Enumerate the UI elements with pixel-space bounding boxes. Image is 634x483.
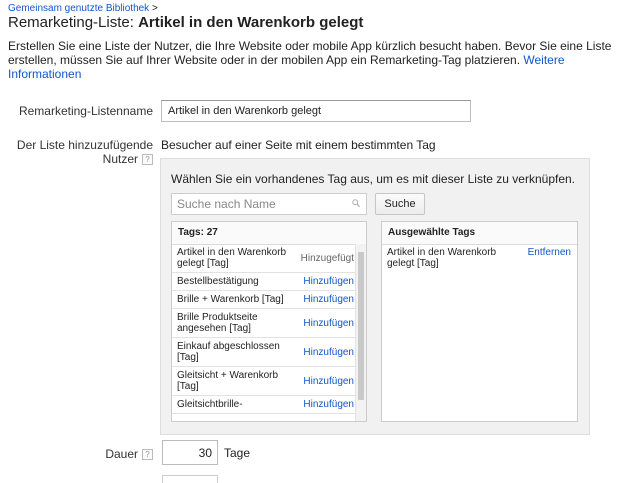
tag-name: Gleitsicht + Warenkorb [Tag] [177,370,279,392]
users-to-add-label: Der Liste hinzuzufügende Nutzer? [8,138,153,166]
breadcrumb-separator: > [151,3,158,14]
add-tag-link[interactable]: Hinzufügen [303,276,354,287]
tag-row: Artikel in den Warenkorb gelegt [Tag] Hi… [172,244,357,273]
selected-tag-row: Artikel in den Warenkorb gelegt [Tag] En… [382,244,577,272]
selected-tag-name: Artikel in den Warenkorb gelegt [Tag] [387,247,497,269]
page-title: Remarketing-Liste: Artikel in den Warenk… [8,14,363,31]
breadcrumb: Gemeinsam genutzte Bibliothek > [8,3,158,14]
duration-label: Dauer? [8,447,153,461]
tag-row: Bestellbestätigung Hinzufügen [172,273,357,291]
tag-row: Gleitsichtbrille- Hinzufügen [172,396,357,414]
list-name-label: Remarketing-Listenname [18,104,153,118]
available-tags-list: Tags: 27 Artikel in den Warenkorb gelegt… [171,221,367,422]
tag-name: Brille + Warenkorb [Tag] [177,294,284,305]
users-to-add-value: Besucher auf einer Seite mit einem besti… [161,138,436,152]
add-tag-link[interactable]: Hinzufügen [303,347,354,358]
tag-name: Artikel in den Warenkorb gelegt [Tag] [177,247,287,269]
tags-count-header: Tags: 27 [172,222,366,245]
add-tag-link[interactable]: Hinzufügen [303,399,354,410]
users-to-add-label-text: Der Liste hinzuzufügende Nutzer [16,138,153,166]
tag-name: Brille Produktseite angesehen [Tag] [177,312,258,334]
duration-label-text: Dauer [105,447,138,461]
duration-unit: Tage [224,446,251,460]
search-button[interactable]: Suche [375,193,425,215]
tag-picker-instruction: Wählen Sie ein vorhandenes Tag aus, um e… [171,172,576,186]
search-icon [352,199,360,207]
remove-tag-link[interactable]: Entfernen [528,247,571,269]
add-tag-link[interactable]: Hinzufügen [303,294,354,305]
tag-rows: Artikel in den Warenkorb gelegt [Tag] Hi… [172,244,357,414]
duration-input[interactable] [162,440,218,465]
next-field-input[interactable] [162,475,218,483]
page-title-prefix: Remarketing-Liste: [8,14,134,31]
scrollbar-thumb[interactable] [358,252,364,400]
tag-name: Einkauf abgeschlossen [Tag] [177,341,280,363]
selected-tags-list: Ausgewählte Tags Artikel in den Warenkor… [381,221,578,422]
help-icon[interactable]: ? [142,449,153,461]
tag-added-status: Hinzugefügt [300,252,354,264]
tag-picker-panel: Wählen Sie ein vorhandenes Tag aus, um e… [160,158,590,435]
intro-description: Erstellen Sie eine Liste der Nutzer, die… [8,39,612,67]
add-tag-link[interactable]: Hinzufügen [303,376,354,387]
breadcrumb-link-shared-library[interactable]: Gemeinsam genutzte Bibliothek [8,3,149,14]
tag-row: Brille Produktseite angesehen [Tag] Hinz… [172,309,357,338]
intro-text: Erstellen Sie eine Liste der Nutzer, die… [8,39,628,81]
help-icon[interactable]: ? [142,154,153,166]
tags-list-scrollbar[interactable] [355,244,366,421]
tag-search-box [171,193,367,215]
tag-row: Gleitsicht + Warenkorb [Tag] Hinzufügen [172,367,357,396]
list-name-input[interactable] [161,100,471,122]
add-tag-link[interactable]: Hinzufügen [303,318,354,329]
tag-row: Einkauf abgeschlossen [Tag] Hinzufügen [172,338,357,367]
page-title-list-name: Artikel in den Warenkorb gelegt [138,14,364,31]
tag-search-input[interactable] [172,194,352,214]
tag-name: Bestellbestätigung [177,276,259,287]
tag-name: Gleitsichtbrille- [177,399,243,410]
tag-row: Brille + Warenkorb [Tag] Hinzufügen [172,291,357,309]
selected-tags-header: Ausgewählte Tags [382,222,577,245]
